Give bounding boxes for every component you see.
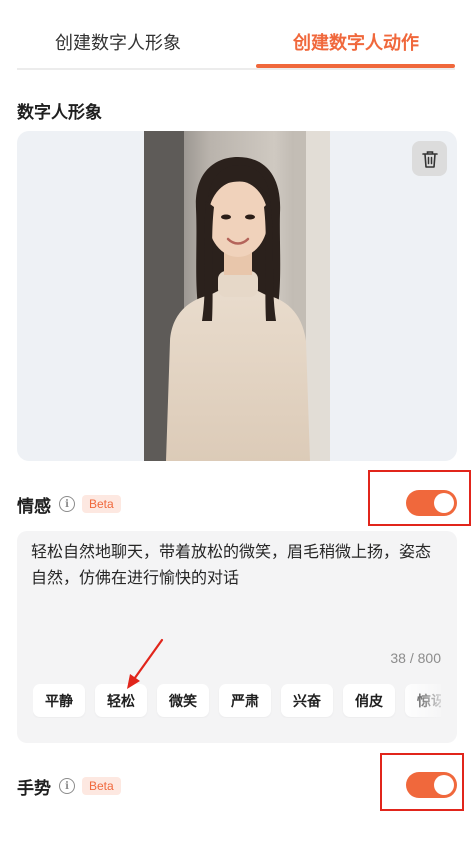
emotion-chip[interactable]: 严肃 [219, 684, 271, 717]
char-count: 38 / 800 [390, 650, 441, 666]
trash-icon [421, 150, 438, 168]
gesture-toggle[interactable] [406, 772, 457, 798]
beta-badge: Beta [82, 777, 121, 795]
annotation-arrow-icon [127, 638, 164, 689]
info-icon[interactable]: i [59, 496, 75, 512]
toggle-knob [434, 775, 454, 795]
avatar-section-title: 数字人形象 [17, 103, 102, 123]
info-icon[interactable]: i [59, 778, 75, 794]
emotion-toggle[interactable] [406, 490, 457, 516]
beta-badge: Beta [82, 495, 121, 513]
emotion-chip[interactable]: 惊讶 [405, 684, 441, 717]
tab-create-action[interactable]: 创建数字人动作 [293, 32, 419, 56]
tab-bar: 创建数字人形象 创建数字人动作 [17, 0, 455, 70]
emotion-label: 情感 [17, 496, 51, 517]
emotion-chip[interactable]: 俏皮 [343, 684, 395, 717]
tab-create-avatar[interactable]: 创建数字人形象 [55, 32, 181, 56]
emotion-chip-list: 平静 轻松 微笑 严肃 兴奋 俏皮 惊讶 [33, 684, 441, 718]
gesture-header: 手势 i Beta [17, 773, 121, 799]
emotion-card: 轻松自然地聊天，带着放松的微笑，眉毛稍微上扬，姿态自然，仿佛在进行愉快的对话 3… [17, 531, 457, 743]
emotion-header: 情感 i Beta [17, 491, 121, 517]
gesture-label: 手势 [17, 778, 51, 799]
emotion-description-input[interactable]: 轻松自然地聊天，带着放松的微笑，眉毛稍微上扬，姿态自然，仿佛在进行愉快的对话 [31, 539, 441, 591]
emotion-chip[interactable]: 平静 [33, 684, 85, 717]
delete-avatar-button[interactable] [412, 141, 447, 176]
toggle-knob [434, 493, 454, 513]
avatar-photo [144, 131, 330, 461]
emotion-chip[interactable]: 兴奋 [281, 684, 333, 717]
active-tab-indicator [256, 64, 455, 68]
avatar-preview [17, 131, 457, 461]
